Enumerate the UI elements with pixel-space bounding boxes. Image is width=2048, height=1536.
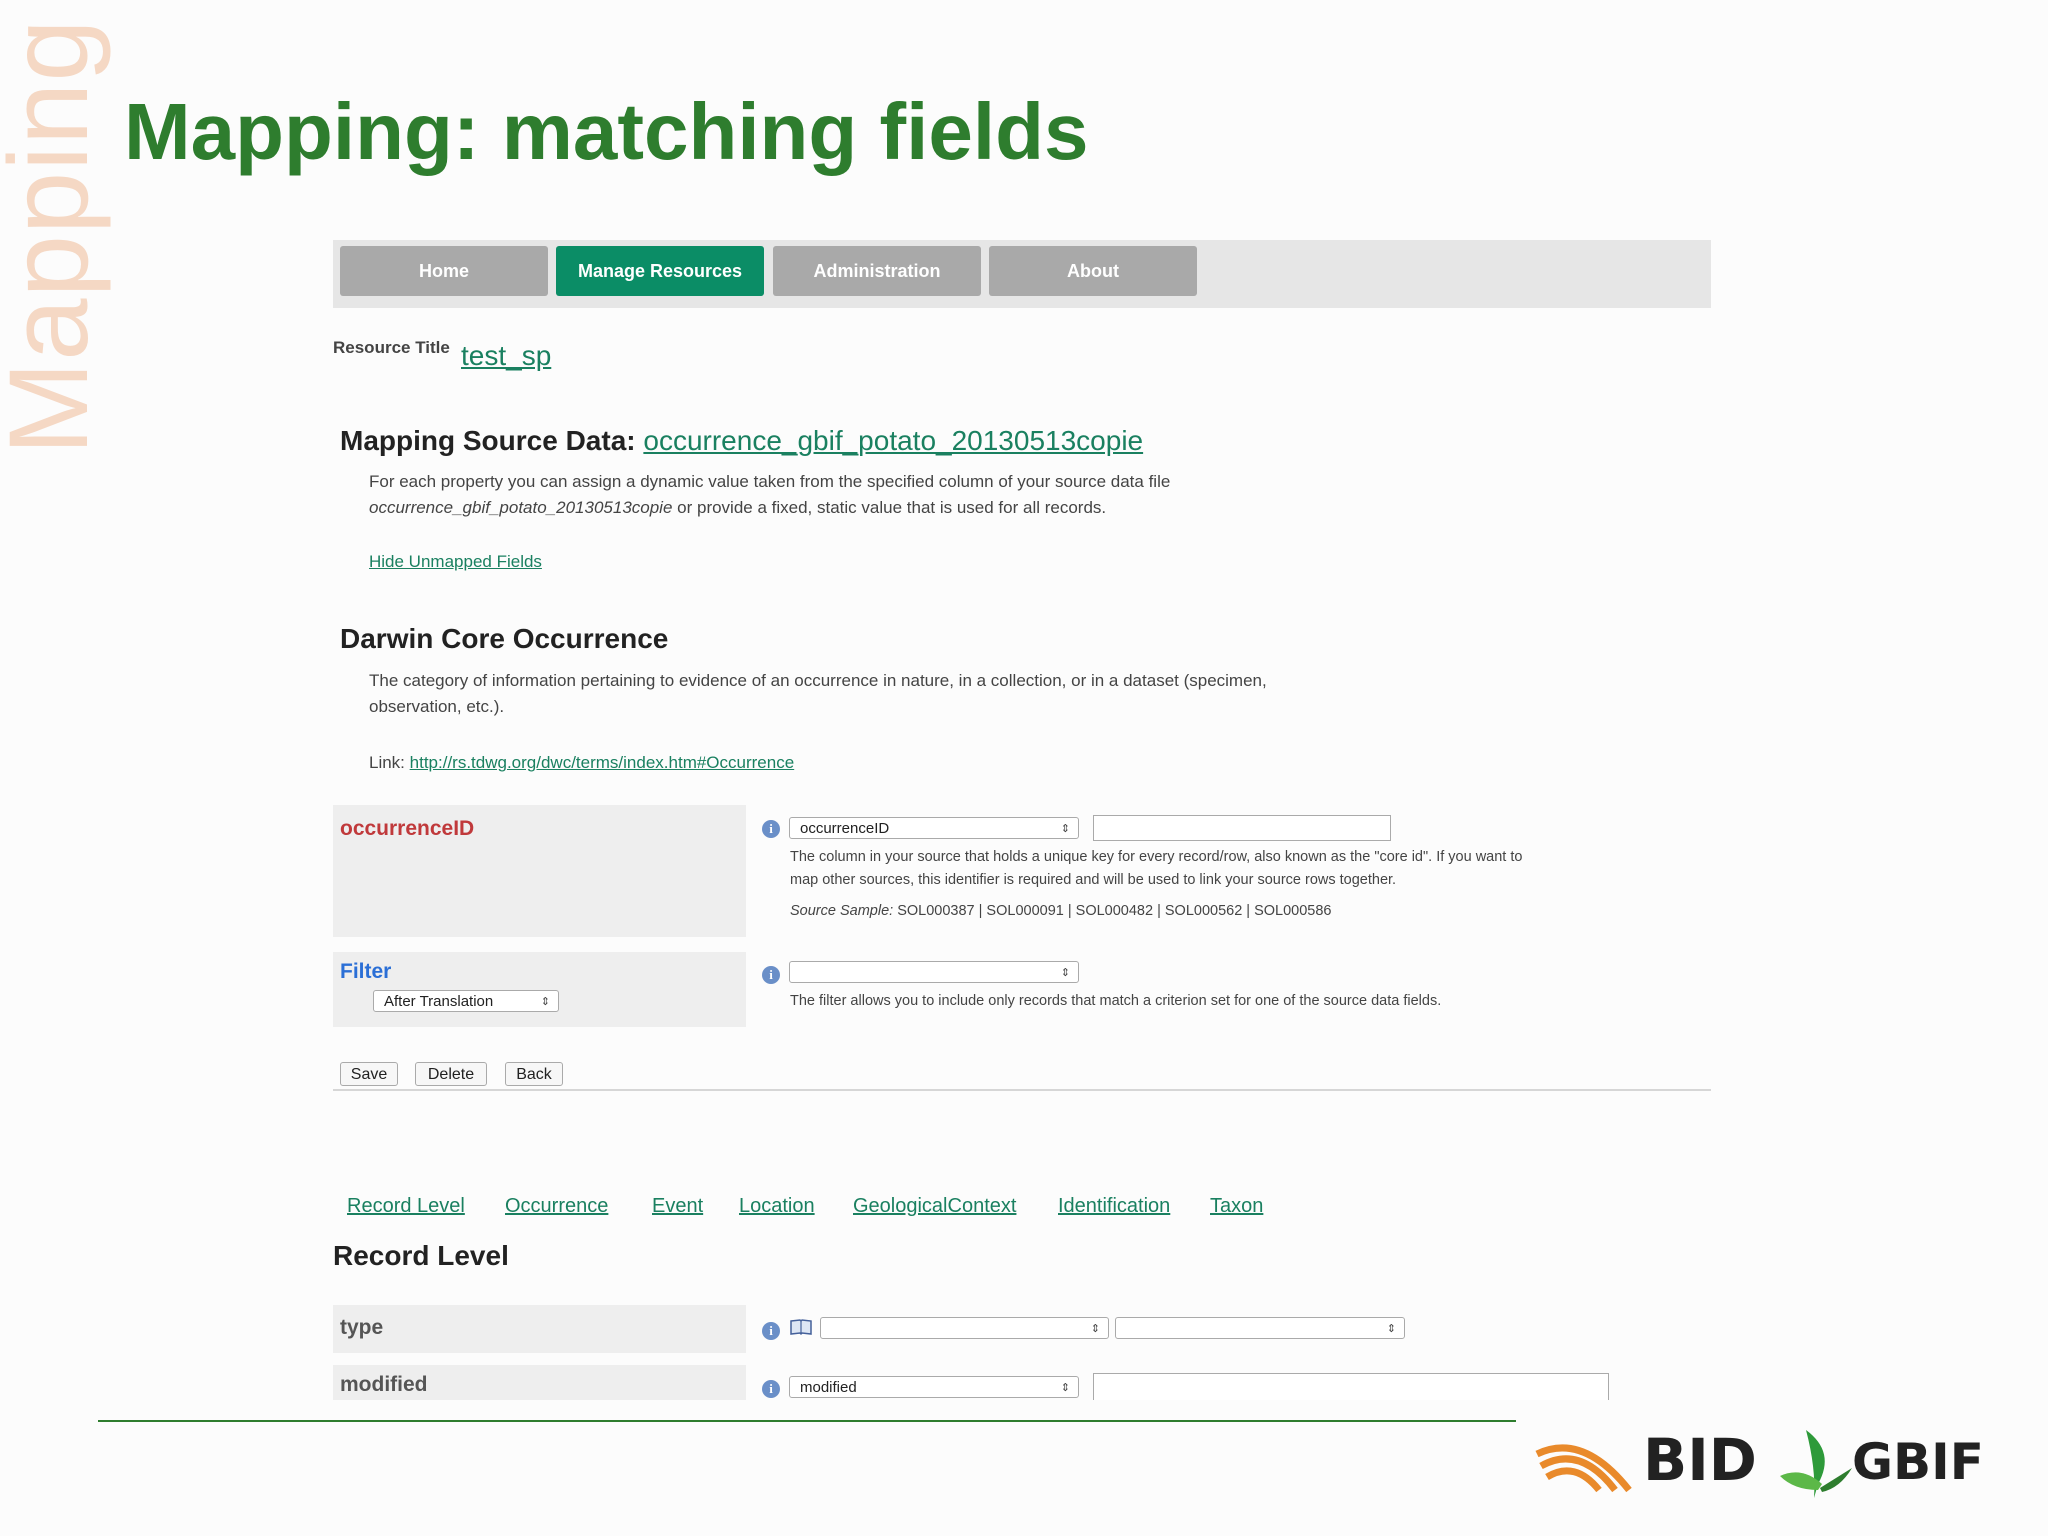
dwc-link[interactable]: http://rs.tdwg.org/dwc/terms/index.htm#O… xyxy=(410,753,795,772)
occurrenceid-column-select[interactable]: occurrenceID ⇕ xyxy=(789,817,1079,839)
mapping-desc-rest: or provide a fixed, static value that is… xyxy=(672,498,1107,517)
filter-mode-value: After Translation xyxy=(384,993,494,1010)
filter-description: The filter allows you to include only re… xyxy=(790,993,1442,1009)
resource-title-link[interactable]: test_sp xyxy=(461,340,551,372)
nav-manage-resources[interactable]: Manage Resources xyxy=(556,246,764,296)
tab-occurrence[interactable]: Occurrence xyxy=(505,1195,608,1218)
updown-arrows-icon: ⇕ xyxy=(1060,1382,1070,1394)
mapping-description: For each property you can assign a dynam… xyxy=(369,469,1369,521)
book-icon[interactable] xyxy=(790,1318,812,1336)
modified-field-name: modified xyxy=(340,1373,428,1396)
delete-button[interactable]: Delete xyxy=(415,1062,487,1086)
nav-home[interactable]: Home xyxy=(340,246,548,296)
slide-title: Mapping: matching fields xyxy=(124,87,1089,176)
filter-mode-select[interactable]: After Translation ⇕ xyxy=(373,990,559,1012)
side-label: Mapping xyxy=(0,18,111,455)
occurrenceid-desc-line2: map other sources, this identifier is re… xyxy=(790,872,1397,888)
bid-logo-mark xyxy=(1535,1432,1635,1494)
tab-location[interactable]: Location xyxy=(739,1195,815,1218)
mapping-desc-line1: For each property you can assign a dynam… xyxy=(369,472,1171,491)
tab-geological-context[interactable]: GeologicalContext xyxy=(853,1195,1016,1218)
filter-column-select[interactable]: ⇕ xyxy=(789,961,1079,983)
occurrenceid-description: The column in your source that holds a u… xyxy=(790,846,1670,923)
gbif-logo-text: GBIF xyxy=(1852,1433,1984,1491)
occurrenceid-constant-input[interactable] xyxy=(1093,815,1391,841)
divider xyxy=(333,1089,1711,1091)
modified-column-select[interactable]: modified ⇕ xyxy=(789,1376,1079,1398)
dwc-desc-line2: observation, etc.). xyxy=(369,697,505,716)
mapping-desc-file: occurrence_gbif_potato_20130513copie xyxy=(369,498,673,517)
dwc-link-label: Link: xyxy=(369,753,410,772)
type-vocabulary-select[interactable]: ⇕ xyxy=(1115,1317,1405,1339)
updown-arrows-icon: ⇕ xyxy=(1090,1323,1100,1335)
occurrenceid-field-name: occurrenceID xyxy=(340,817,475,840)
updown-arrows-icon: ⇕ xyxy=(1386,1323,1396,1335)
source-file-link[interactable]: occurrence_gbif_potato_20130513copie xyxy=(643,425,1143,456)
dwc-link-row: Link: http://rs.tdwg.org/dwc/terms/index… xyxy=(369,750,794,776)
source-sample-label: Source Sample: xyxy=(790,903,894,919)
updown-arrows-icon: ⇕ xyxy=(1060,823,1070,835)
modified-select-value: modified xyxy=(800,1379,857,1396)
updown-arrows-icon: ⇕ xyxy=(1060,967,1070,979)
nav-about[interactable]: About xyxy=(989,246,1197,296)
source-sample: Source Sample: SOL000387 | SOL000091 | S… xyxy=(790,900,1670,923)
mapping-heading-prefix: Mapping Source Data: xyxy=(340,425,636,456)
info-icon[interactable]: i xyxy=(762,1322,780,1340)
tab-identification[interactable]: Identification xyxy=(1058,1195,1170,1218)
dwc-heading: Darwin Core Occurrence xyxy=(340,623,669,654)
updown-arrows-icon: ⇕ xyxy=(540,996,550,1008)
tab-record-level[interactable]: Record Level xyxy=(347,1195,465,1218)
type-field-box: type xyxy=(333,1305,746,1353)
save-button[interactable]: Save xyxy=(340,1062,398,1086)
modified-field-box: modified xyxy=(333,1365,746,1400)
tab-taxon[interactable]: Taxon xyxy=(1210,1195,1263,1218)
info-icon[interactable]: i xyxy=(762,966,780,984)
filter-field-box: Filter After Translation ⇕ xyxy=(333,952,746,1027)
mapping-heading: Mapping Source Data: occurrence_gbif_pot… xyxy=(340,425,1143,457)
occurrenceid-desc-line1: The column in your source that holds a u… xyxy=(790,849,1523,865)
occurrenceid-field-box: occurrenceID xyxy=(333,805,746,937)
filter-field-name: Filter xyxy=(340,960,392,983)
dwc-description: The category of information pertaining t… xyxy=(369,668,1369,720)
type-column-select[interactable]: ⇕ xyxy=(820,1317,1109,1339)
hide-unmapped-fields-link[interactable]: Hide Unmapped Fields xyxy=(369,552,542,572)
mapping-desc-line2: occurrence_gbif_potato_20130513copie or … xyxy=(369,495,1369,521)
info-icon[interactable]: i xyxy=(762,820,780,838)
back-button[interactable]: Back xyxy=(505,1062,563,1086)
tab-event[interactable]: Event xyxy=(652,1195,703,1218)
modified-constant-input[interactable] xyxy=(1093,1373,1609,1400)
gbif-logo-mark xyxy=(1778,1428,1854,1500)
resource-title-label: Resource Title xyxy=(333,338,450,357)
top-nav-bar: Home Manage Resources Administration Abo… xyxy=(333,240,1711,308)
type-field-name: type xyxy=(340,1316,384,1339)
record-level-heading: Record Level xyxy=(333,1240,509,1271)
bid-logo-text: BID xyxy=(1643,1426,1757,1494)
dwc-desc-line1: The category of information pertaining t… xyxy=(369,671,1267,690)
nav-administration[interactable]: Administration xyxy=(773,246,981,296)
source-sample-values: SOL000387 | SOL000091 | SOL000482 | SOL0… xyxy=(893,903,1332,919)
footer-line xyxy=(98,1420,1516,1422)
occurrenceid-select-value: occurrenceID xyxy=(800,820,890,837)
info-icon[interactable]: i xyxy=(762,1380,780,1398)
